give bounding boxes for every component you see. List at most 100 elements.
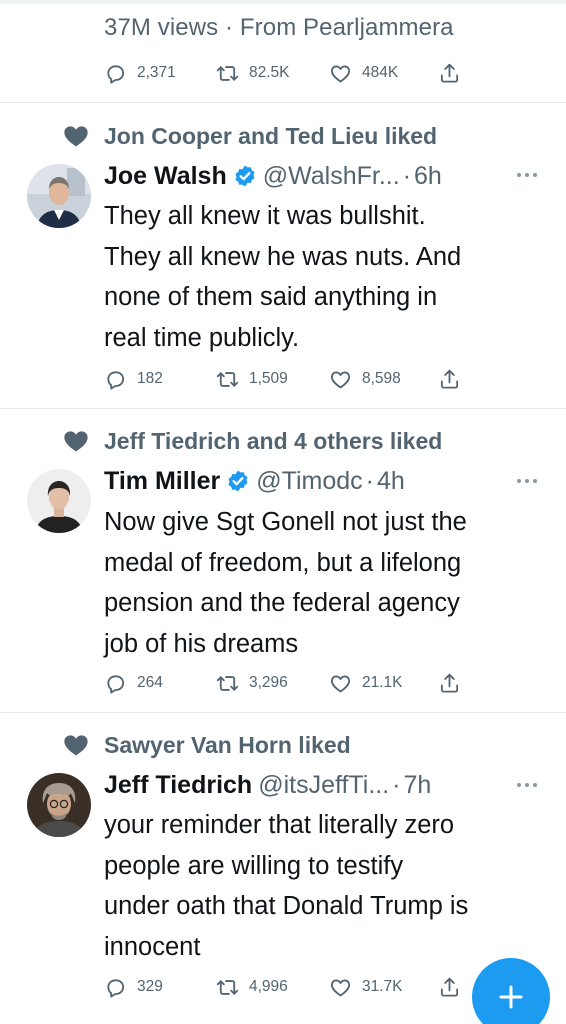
tweet-divider xyxy=(0,408,566,409)
like-button[interactable]: 21.1K xyxy=(329,668,403,698)
reply-count: 2,371 xyxy=(137,64,176,81)
reply-button[interactable]: 329 xyxy=(104,972,163,1002)
like-button[interactable]: 484K xyxy=(329,58,398,88)
reply-icon xyxy=(104,368,127,391)
retweet-count: 3,296 xyxy=(249,674,288,691)
more-button[interactable] xyxy=(514,168,540,182)
retweet-button[interactable]: 3,296 xyxy=(216,668,288,698)
tweet-header: Joe Walsh @WalshFr... · 6h xyxy=(104,159,544,193)
tweet-text[interactable]: They all knew it was bullshit. They all … xyxy=(104,196,544,358)
verified-badge-icon xyxy=(233,164,257,188)
avatar[interactable] xyxy=(27,469,91,533)
share-icon xyxy=(438,976,461,999)
separator-dot: · xyxy=(392,770,401,799)
heart-icon xyxy=(329,62,352,85)
share-icon xyxy=(438,62,461,85)
timestamp[interactable]: 6h xyxy=(414,162,442,191)
tweet-text-line: They all knew he was nuts. And xyxy=(104,242,462,271)
retweet-icon xyxy=(216,976,239,999)
reply-button[interactable]: 2,371 xyxy=(104,58,176,88)
retweet-button[interactable]: 82.5K xyxy=(216,58,290,88)
tweet-text-line: your reminder that literally zero xyxy=(104,811,455,839)
share-button[interactable] xyxy=(438,972,461,1002)
tweet-actions: 264 3,296 21.1K xyxy=(104,668,464,698)
tweet-header: Tim Miller @Timodc · 4h xyxy=(104,464,544,498)
like-count: 8,598 xyxy=(362,370,401,387)
timestamp[interactable]: 4h xyxy=(377,467,405,496)
social-context-text: Jon Cooper and Ted Lieu liked xyxy=(104,122,438,149)
tweet-text-line: none of them said anything in xyxy=(104,283,438,311)
tweet-text-line: under oath that Donald Trump is xyxy=(104,892,469,920)
share-button[interactable] xyxy=(438,364,461,394)
more-button[interactable] xyxy=(514,474,540,488)
display-name[interactable]: Joe Walsh xyxy=(104,162,227,191)
reply-count: 264 xyxy=(137,674,163,691)
like-button[interactable]: 31.7K xyxy=(329,972,403,1002)
view-count-line[interactable]: 37M views · From Pearljammera xyxy=(104,14,454,42)
tweet-text[interactable]: Now give Sgt Gonell not just the medal o… xyxy=(104,502,544,664)
tweet-header: Jeff Tiedrich @itsJeffTi... · 7h xyxy=(104,768,544,802)
reply-icon xyxy=(104,62,127,85)
share-icon xyxy=(438,368,461,391)
heart-icon xyxy=(329,368,352,391)
tweet-text-line: Now give Sgt Gonell not just the xyxy=(104,508,467,536)
social-context[interactable]: Jon Cooper and Ted Lieu liked xyxy=(62,121,437,151)
like-button[interactable]: 8,598 xyxy=(329,364,401,394)
reply-button[interactable]: 264 xyxy=(104,668,163,698)
heart-filled-icon xyxy=(62,122,90,150)
social-context[interactable]: Sawyer Van Horn liked xyxy=(62,730,351,760)
heart-filled-icon xyxy=(62,427,90,455)
share-button[interactable] xyxy=(438,58,461,88)
tweet-divider xyxy=(0,712,566,713)
tweet-actions: 2,371 82.5K 484K xyxy=(104,58,464,88)
retweet-icon xyxy=(216,62,239,85)
share-button[interactable] xyxy=(438,668,461,698)
display-name[interactable]: Tim Miller xyxy=(104,467,220,496)
user-handle[interactable]: @Timodc xyxy=(256,467,362,496)
timestamp[interactable]: 7h xyxy=(404,771,432,800)
tweet-text-line: They all knew it was bullshit. xyxy=(104,202,426,230)
retweet-count: 1,509 xyxy=(249,370,288,387)
like-count: 484K xyxy=(362,64,399,81)
more-button[interactable] xyxy=(514,778,540,792)
reply-button[interactable]: 182 xyxy=(104,364,163,394)
retweet-icon xyxy=(216,672,239,695)
like-count: 31.7K xyxy=(362,978,403,995)
more-icon xyxy=(514,778,540,792)
more-icon xyxy=(514,474,540,488)
tweet-text-line: people are willing to testify xyxy=(104,851,404,880)
separator-dot: · xyxy=(402,161,412,190)
tweet-text-line: job of his dreams xyxy=(104,629,299,658)
retweet-count: 4,996 xyxy=(249,978,288,995)
separator-dot: · xyxy=(365,466,374,495)
user-handle[interactable]: @itsJeffTi... xyxy=(258,771,389,800)
tweet-text-line: medal of freedom, but a lifelong xyxy=(104,548,462,577)
tweet-text-line: pension and the federal agency xyxy=(104,589,460,617)
avatar[interactable] xyxy=(27,164,91,228)
reply-icon xyxy=(104,976,127,999)
verified-badge-icon xyxy=(226,469,250,493)
compose-tweet-button[interactable] xyxy=(472,958,550,1024)
more-icon xyxy=(514,168,540,182)
share-icon xyxy=(438,672,461,695)
tweet-text-line: innocent xyxy=(104,932,201,961)
tweet-text[interactable]: your reminder that literally zero people… xyxy=(104,805,544,967)
retweet-count: 82.5K xyxy=(249,64,290,81)
heart-filled-icon xyxy=(62,731,90,759)
retweet-button[interactable]: 4,996 xyxy=(216,972,288,1002)
plus-icon xyxy=(499,985,523,1009)
display-name[interactable]: Jeff Tiedrich xyxy=(104,771,252,800)
retweet-button[interactable]: 1,509 xyxy=(216,364,288,394)
social-context-text: Jeff Tiedrich and 4 others liked xyxy=(104,427,443,454)
tweet-divider xyxy=(0,102,566,103)
retweet-icon xyxy=(216,368,239,391)
reply-icon xyxy=(104,672,127,695)
tweet-actions: 182 1,509 8,598 xyxy=(104,364,464,394)
social-context[interactable]: Jeff Tiedrich and 4 others liked xyxy=(62,426,442,456)
heart-icon xyxy=(329,976,352,999)
like-count: 21.1K xyxy=(362,674,403,691)
social-context-text: Sawyer Van Horn liked xyxy=(104,731,351,758)
avatar[interactable] xyxy=(27,773,91,837)
user-handle[interactable]: @WalshFr... xyxy=(263,162,400,191)
tweet-text-line: real time publicly. xyxy=(104,323,300,352)
